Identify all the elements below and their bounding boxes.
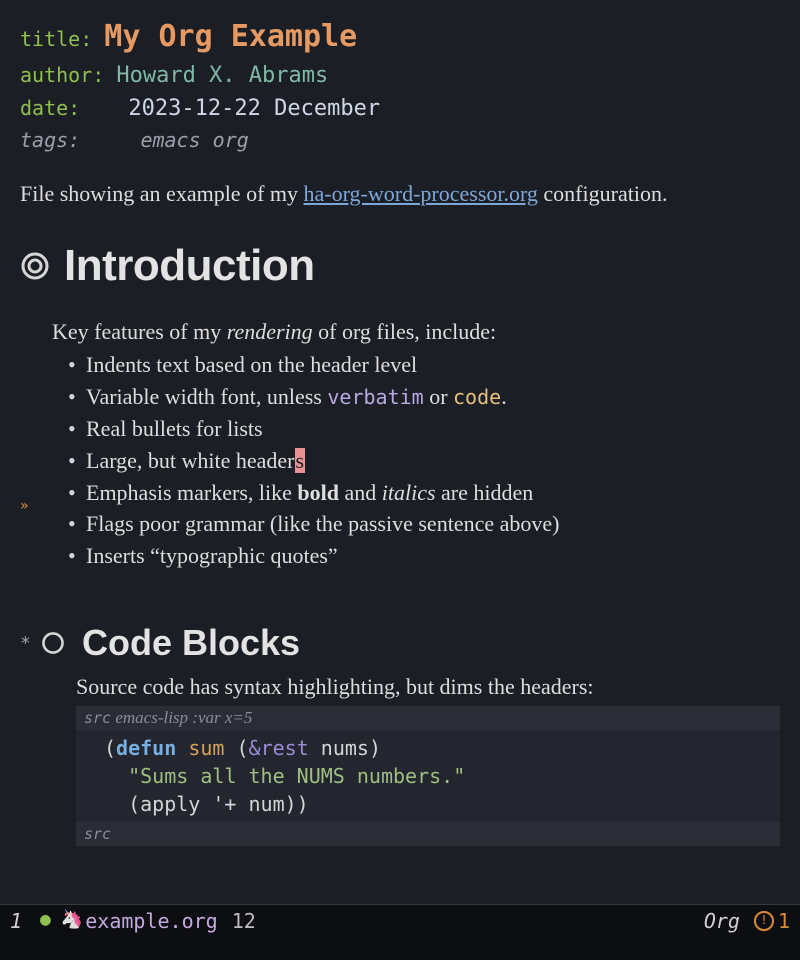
code-text: code [453,385,501,409]
list-item: Emphasis markers, like bold and italics … [68,477,780,509]
list-item: Indents text based on the header level [68,349,780,381]
heading-code-blocks[interactable]: * Code Blocks [20,622,780,664]
document-tags: emacs org [140,128,248,152]
text-cursor: s [295,448,306,473]
warning-icon: ! [754,911,774,931]
features-paragraph: Key features of my rendering of org file… [52,319,780,345]
meta-date-line: date: 2023-12-22 December [20,92,780,125]
fringe-indicator-icon: » [20,498,28,514]
window-number: 1 [10,909,30,933]
meta-key-tags: tags: [20,128,80,152]
list-item-cursor-line: Large, but white headers [68,445,780,477]
meta-key-date: date: [20,96,80,120]
meta-key-author: author: [20,63,104,87]
meta-author-line: author: Howard X. Abrams [20,59,780,92]
buffer-filename[interactable]: example.org [85,909,217,933]
major-mode[interactable]: Org [704,909,740,933]
document-title: My Org Example [104,19,357,54]
heading-2-text: Code Blocks [82,622,300,664]
doom-unicorn-icon: 🦄 [61,909,83,930]
flycheck-warning[interactable]: ! 1 [754,909,790,933]
list-item: Flags poor grammar (like the passive sen… [68,508,780,540]
editor-buffer[interactable]: title: My Org Example author: Howard X. … [0,0,800,846]
document-author: Howard X. Abrams [116,63,328,88]
meta-key-title: title: [20,27,92,51]
verbatim-text: verbatim [327,385,423,409]
intro-prefix: File showing an example of my [20,181,304,206]
modified-indicator-icon: ● [40,909,51,930]
config-link[interactable]: ha-org-word-processor.org [304,181,538,206]
warning-count: 1 [778,909,790,933]
meta-title-line: title: My Org Example [20,14,780,59]
source-footer: src [76,822,780,846]
heading-introduction[interactable]: Introduction [20,241,780,291]
heading-1-text: Introduction [64,241,315,291]
heading-bullet-icon [20,251,50,281]
intro-paragraph: File showing an example of my ha-org-wor… [20,181,780,207]
heading-bullet-icon [38,628,68,658]
intro-suffix: configuration. [538,181,668,206]
list-item: Inserts “typographic quotes” [68,540,780,572]
features-list: Indents text based on the header level V… [68,349,780,572]
source-header: src emacs-lisp :var x=5 [76,706,780,730]
heading-star: * [20,633,38,654]
list-item: Real bullets for lists [68,413,780,445]
document-date: 2023-12-22 December [128,96,380,121]
source-code: (defun sum (&rest nums) "Sums all the NU… [76,730,780,822]
modeline[interactable]: 1 ● 🦄 example.org 12 Org ! 1 [0,904,800,960]
source-block[interactable]: src emacs-lisp :var x=5 (defun sum (&res… [76,706,780,846]
cursor-position: 12 [232,909,256,933]
code-intro: Source code has syntax highlighting, but… [76,674,780,700]
meta-tags-line: tags: emacs org [20,125,780,155]
list-item: Variable width font, unless verbatim or … [68,381,780,413]
